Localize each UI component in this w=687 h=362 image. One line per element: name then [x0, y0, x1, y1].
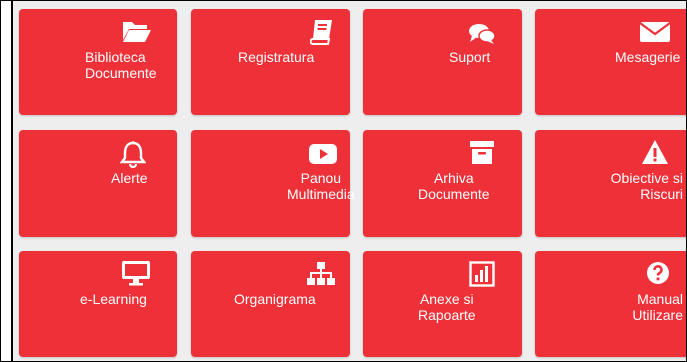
envelope-icon: [639, 21, 671, 43]
tile-mesagerie[interactable]: Mesagerie: [535, 9, 686, 115]
tile-grid: Biblioteca Documente Registratura Suport…: [13, 1, 686, 361]
comments-icon: [468, 23, 496, 45]
tile-organigrama[interactable]: Organigrama: [191, 251, 350, 357]
tile-label: Obiective si Riscuri: [610, 170, 683, 202]
tile-label: Suport: [449, 49, 491, 65]
tile-label: Organigrama: [234, 291, 316, 307]
tile-label: Alerte: [111, 170, 148, 186]
tile-suport[interactable]: Suport: [363, 9, 522, 115]
left-edge-panel: [1, 1, 13, 361]
tile-label: e-Learning: [80, 291, 147, 307]
tile-panou-multimedia[interactable]: Panou Multimedia: [191, 130, 355, 237]
tile-label: Registratura: [238, 49, 315, 65]
tile-anexe-si-rapoarte[interactable]: Anexe si Rapoarte: [363, 251, 522, 357]
book-icon: [310, 19, 334, 45]
tile-e-learning[interactable]: e-Learning: [19, 251, 177, 357]
folder-open-icon: [122, 18, 152, 44]
tile-label: Anexe si Rapoarte: [418, 291, 476, 323]
tile-registratura[interactable]: Registratura: [191, 9, 350, 115]
tile-label: Biblioteca Documente: [85, 49, 157, 81]
bell-icon: [120, 141, 146, 168]
bar-chart-icon: [469, 261, 495, 287]
question-circle-icon: [646, 261, 670, 285]
desktop-monitor-icon: [121, 260, 151, 286]
tile-alerte[interactable]: Alerte: [19, 130, 177, 237]
warning-triangle-icon: [641, 139, 669, 165]
youtube-play-icon: [308, 143, 338, 165]
tile-label: Manual Utilizare: [632, 291, 683, 323]
tile-manual-utilizare[interactable]: Manual Utilizare: [535, 251, 686, 357]
archive-box-icon: [469, 139, 495, 166]
tile-label: Arhiva Documente: [418, 170, 490, 202]
tile-label: Panou Multimedia: [287, 170, 355, 202]
tile-obiective-si-riscuri[interactable]: Obiective si Riscuri: [535, 130, 686, 237]
dashboard-frame: Biblioteca Documente Registratura Suport…: [0, 0, 687, 362]
tile-arhiva-documente[interactable]: Arhiva Documente: [363, 130, 522, 237]
tile-biblioteca-documente[interactable]: Biblioteca Documente: [19, 9, 177, 115]
tile-label: Mesagerie: [615, 49, 681, 65]
sitemap-icon: [307, 261, 335, 287]
